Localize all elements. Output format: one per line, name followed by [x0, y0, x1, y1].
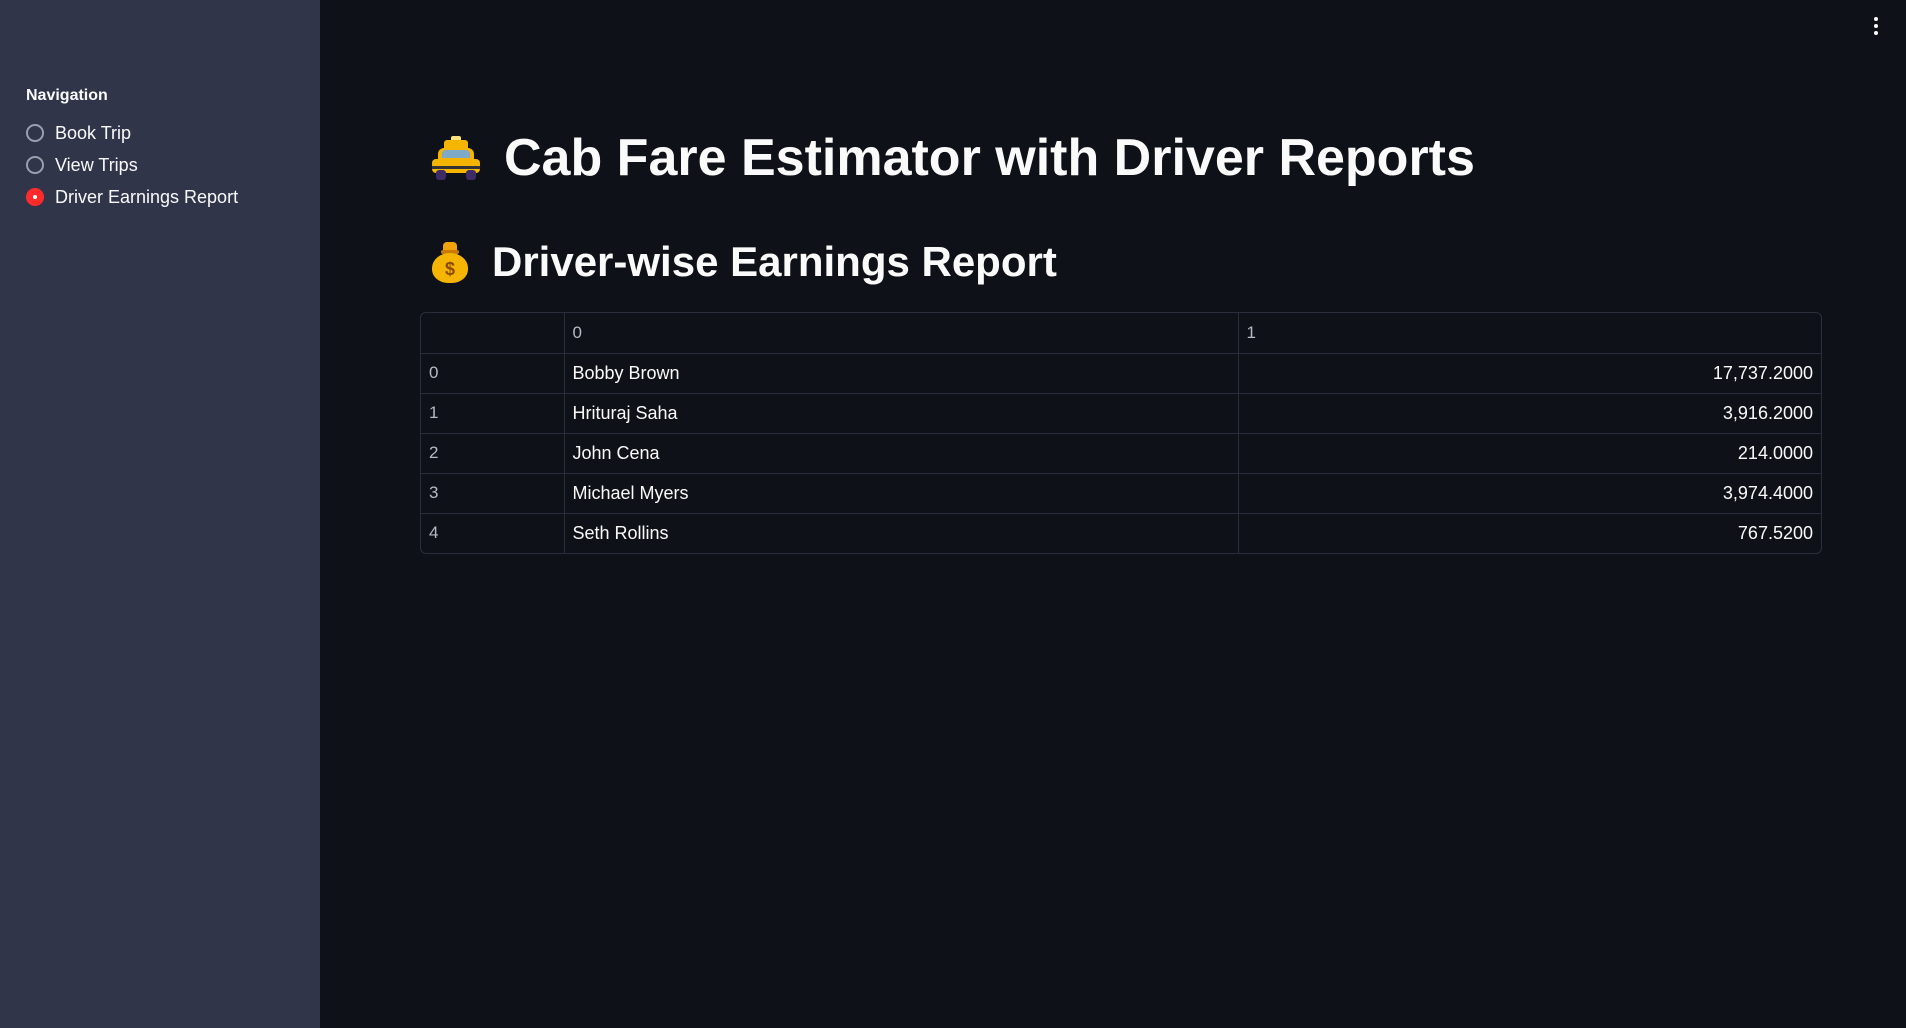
driver-name-cell[interactable]: Hrituraj Saha: [564, 393, 1239, 434]
navigation-radio-group: Book Trip View Trips Driver Earnings Rep…: [26, 117, 238, 213]
table-row: 2 John Cena 214.0000: [421, 433, 1821, 474]
nav-option-driver-earnings-report[interactable]: Driver Earnings Report: [26, 181, 238, 213]
nav-option-view-trips[interactable]: View Trips: [26, 149, 238, 181]
nav-option-label: View Trips: [55, 154, 138, 175]
radio-unselected-icon[interactable]: [26, 156, 44, 174]
table-row: 0 Bobby Brown 17,737.2000: [421, 353, 1821, 394]
row-index: 0: [421, 353, 565, 394]
row-index: 4: [421, 513, 565, 553]
earnings-cell[interactable]: 17,737.2000: [1238, 353, 1821, 394]
driver-name-cell[interactable]: Seth Rollins: [564, 513, 1239, 553]
earnings-cell[interactable]: 3,916.2000: [1238, 393, 1821, 434]
radio-selected-icon[interactable]: [26, 188, 44, 206]
table-row: 3 Michael Myers 3,974.4000: [421, 473, 1821, 514]
earnings-cell[interactable]: 767.5200: [1238, 513, 1821, 553]
earnings-cell[interactable]: 3,974.4000: [1238, 473, 1821, 514]
table-row: 4 Seth Rollins 767.5200: [421, 513, 1821, 553]
row-index: 2: [421, 433, 565, 474]
radio-unselected-icon[interactable]: [26, 124, 44, 142]
driver-name-cell[interactable]: John Cena: [564, 433, 1239, 474]
sidebar: Navigation Book Trip View Trips Driver E…: [0, 0, 320, 1028]
row-index: 3: [421, 473, 565, 514]
money-bag-icon: $: [430, 240, 470, 284]
earnings-cell[interactable]: 214.0000: [1238, 433, 1821, 474]
app: Navigation Book Trip View Trips Driver E…: [0, 0, 1906, 1028]
page-title: Cab Fare Estimator with Driver Reports: [430, 128, 1475, 188]
column-header-0[interactable]: 0: [564, 313, 1239, 354]
nav-option-label: Book Trip: [55, 122, 132, 143]
nav-option-label: Driver Earnings Report: [55, 186, 239, 207]
page-title-text: Cab Fare Estimator with Driver Reports: [504, 129, 1475, 187]
column-header-index[interactable]: [421, 313, 565, 354]
driver-name-cell[interactable]: Bobby Brown: [564, 353, 1239, 394]
earnings-table[interactable]: 0 1 0 Bobby Brown 17,737.2000 1 Hrituraj…: [420, 312, 1822, 554]
navigation-label: Navigation: [26, 87, 108, 104]
nav-option-book-trip[interactable]: Book Trip: [26, 117, 238, 149]
column-header-1[interactable]: 1: [1238, 313, 1821, 354]
main-content: Cab Fare Estimator with Driver Reports $…: [320, 0, 1906, 1028]
section-heading-text: Driver-wise Earnings Report: [492, 238, 1057, 285]
taxi-icon: [430, 136, 482, 180]
section-heading: $ Driver-wise Earnings Report: [430, 238, 1057, 286]
table-header-row: 0 1: [421, 313, 1821, 354]
row-index: 1: [421, 393, 565, 434]
table-row: 1 Hrituraj Saha 3,916.2000: [421, 393, 1821, 434]
driver-name-cell[interactable]: Michael Myers: [564, 473, 1239, 514]
